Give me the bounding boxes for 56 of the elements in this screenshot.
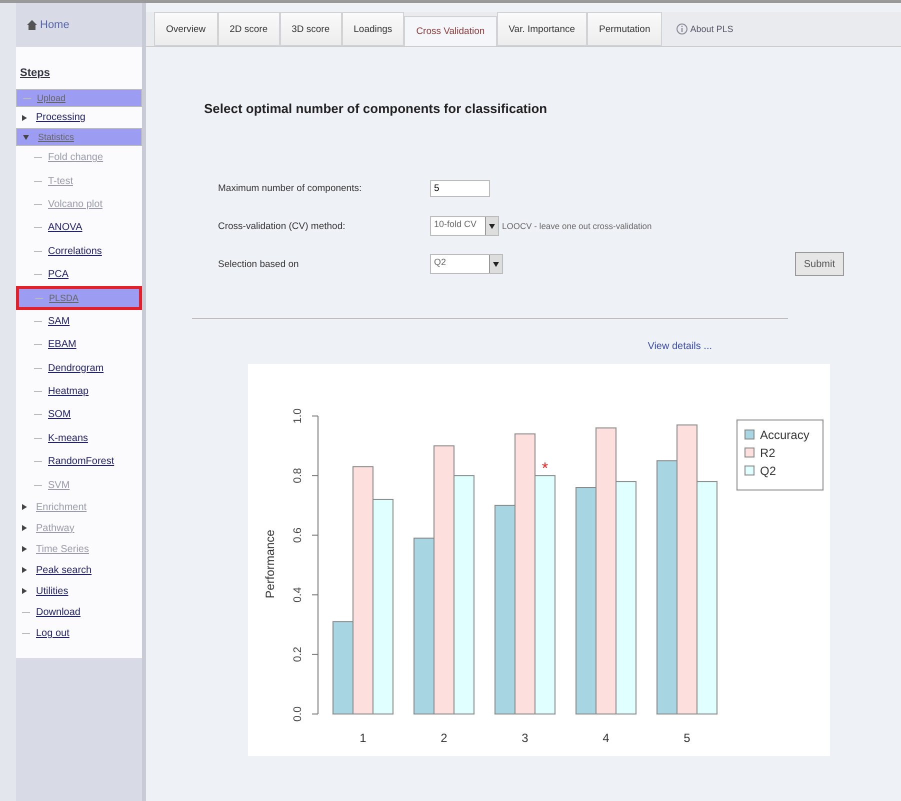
- option-note: LOOCV - leave one out cross-validation: [502, 221, 652, 231]
- nav-item[interactable]: ANOVA: [16, 216, 142, 240]
- annotation-mark: *: [542, 460, 548, 478]
- dropdown[interactable]: 10-fold CV: [430, 216, 499, 236]
- nav-item[interactable]: K-means: [16, 426, 142, 450]
- tick-label: 0.6: [292, 528, 304, 543]
- field-label: Selection based on: [218, 258, 300, 270]
- nav-item[interactable]: EBAM: [16, 333, 142, 357]
- nav-item[interactable]: RandomForest: [16, 450, 142, 474]
- info-icon: [676, 23, 688, 35]
- tick-label: 1: [360, 731, 366, 745]
- about-link[interactable]: About PLS: [676, 12, 734, 46]
- tick-label: 3: [522, 731, 528, 745]
- nav-item[interactable]: Heatmap: [16, 380, 142, 404]
- tab[interactable]: Loadings: [342, 12, 404, 46]
- tab[interactable]: Var. Importance: [496, 12, 588, 46]
- legend-label: Q2: [760, 464, 776, 478]
- tab[interactable]: 3D score: [280, 12, 342, 46]
- dropdown[interactable]: Q2: [430, 254, 503, 274]
- nav-item[interactable]: Dendrogram: [16, 356, 142, 380]
- steps-heading: Steps: [19, 66, 51, 81]
- tick-label: 0.0: [292, 706, 304, 722]
- section-heading: Select optimal number of components for classification: [204, 101, 548, 116]
- axis-title: Performance: [263, 530, 277, 598]
- nav-item[interactable]: Utilities: [16, 580, 142, 602]
- legend-swatch: [744, 448, 754, 458]
- nav-item[interactable]: Correlations: [16, 240, 142, 263]
- legend-label: R2: [760, 446, 776, 460]
- tab[interactable]: Cross Validation: [404, 16, 497, 46]
- home-link[interactable]: Home: [26, 19, 70, 31]
- submit-button[interactable]: Submit: [794, 252, 844, 276]
- nav-item[interactable]: PCA: [16, 262, 142, 286]
- legend-swatch: [744, 466, 754, 476]
- house-icon: [26, 19, 38, 31]
- tick-label: 5: [684, 731, 690, 745]
- tab[interactable]: 2D score: [218, 12, 280, 46]
- nav-item[interactable]: SAM: [16, 310, 142, 334]
- legend-swatch: [744, 430, 754, 440]
- legend-label: Accuracy: [760, 428, 810, 442]
- tick-label: 0.2: [292, 646, 304, 662]
- field-label: Maximum number of components:: [218, 182, 363, 194]
- tick-label: 2: [440, 731, 448, 745]
- field-label: Cross-validation (CV) method:: [218, 220, 346, 232]
- nav-item[interactable]: Peak search: [16, 560, 142, 581]
- nav-item[interactable]: Processing: [16, 107, 142, 128]
- tick-label: 0.4: [292, 587, 304, 602]
- tab[interactable]: Permutation: [587, 12, 662, 46]
- nav-item[interactable]: Download: [16, 602, 142, 623]
- tick-label: 1.0: [292, 408, 304, 424]
- input-field[interactable]: 5: [430, 180, 490, 196]
- tab[interactable]: Overview: [154, 12, 218, 46]
- nav-item[interactable]: Log out: [16, 622, 142, 644]
- tick-label: 0.8: [292, 468, 304, 484]
- nav-item[interactable]: SOM: [16, 403, 142, 427]
- tick-label: 4: [602, 731, 610, 745]
- view-details-link[interactable]: View details ...: [648, 341, 712, 352]
